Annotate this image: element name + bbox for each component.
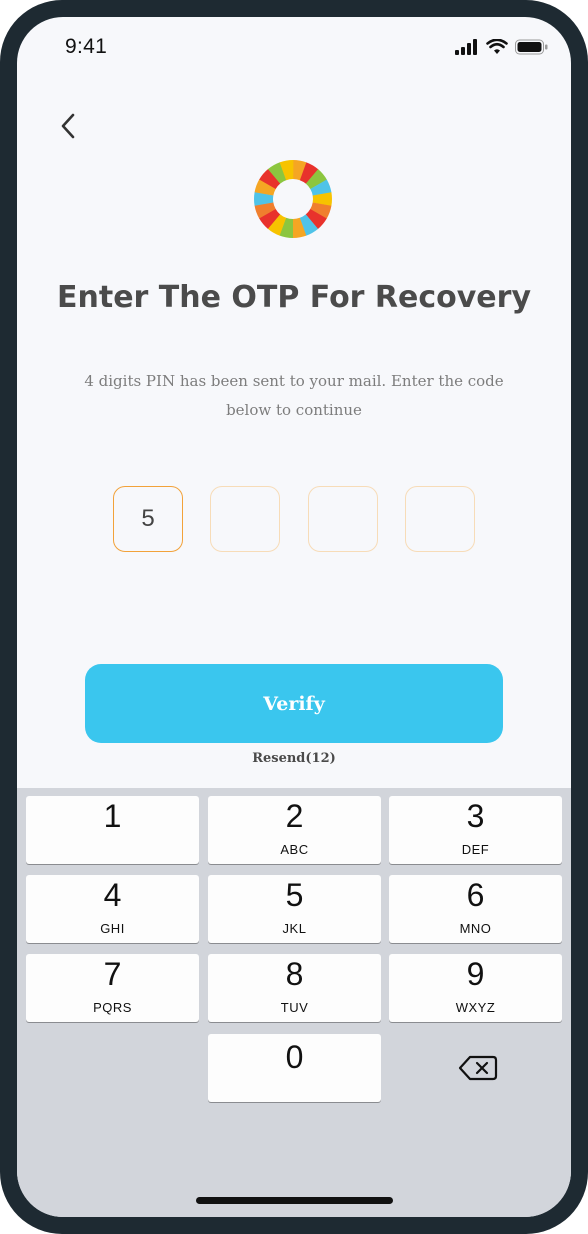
otp-input-group: 5 bbox=[113, 486, 477, 552]
key-number: 9 bbox=[466, 956, 485, 992]
key-letters: MNO bbox=[459, 921, 492, 936]
status-icons bbox=[455, 39, 549, 55]
key-letters: DEF bbox=[461, 842, 490, 857]
key-4[interactable]: 4 GHI bbox=[26, 875, 199, 943]
key-2[interactable]: 2 ABC bbox=[208, 796, 381, 864]
key-number: 7 bbox=[103, 956, 122, 992]
screen: 9:41 Enter The OTP For Recovery 4 digits… bbox=[17, 17, 571, 1217]
chevron-left-icon bbox=[61, 113, 75, 139]
backspace-key[interactable] bbox=[458, 1054, 498, 1082]
signal-icon bbox=[455, 39, 477, 55]
key-letters: WXYZ bbox=[455, 1000, 496, 1015]
numeric-keypad: 1 2 ABC 3 DEF 4 GHI 5 JKL 6 MNO 7 PQRS 8… bbox=[17, 788, 571, 1217]
status-bar: 9:41 bbox=[17, 17, 571, 77]
key-number: 4 bbox=[103, 877, 122, 913]
key-number: 8 bbox=[285, 956, 304, 992]
colorful-ring-logo bbox=[254, 160, 332, 238]
key-number: 3 bbox=[466, 798, 485, 834]
backspace-icon bbox=[458, 1055, 498, 1081]
page-title: Enter The OTP For Recovery bbox=[57, 280, 532, 315]
key-0[interactable]: 0 bbox=[208, 1034, 381, 1102]
otp-digit-1[interactable]: 5 bbox=[113, 486, 183, 552]
key-7[interactable]: 7 PQRS bbox=[26, 954, 199, 1022]
key-8[interactable]: 8 TUV bbox=[208, 954, 381, 1022]
status-time: 9:41 bbox=[65, 35, 108, 58]
key-1[interactable]: 1 bbox=[26, 796, 199, 864]
key-letters: GHI bbox=[100, 921, 125, 936]
key-number: 1 bbox=[103, 798, 122, 834]
otp-digit-2[interactable] bbox=[210, 486, 280, 552]
key-letters: JKL bbox=[282, 921, 307, 936]
otp-digit-3[interactable] bbox=[308, 486, 378, 552]
key-letters: ABC bbox=[280, 842, 309, 857]
key-number: 0 bbox=[285, 1039, 304, 1075]
resend-link[interactable]: Resend(12) bbox=[17, 751, 571, 766]
key-number: 2 bbox=[285, 798, 304, 834]
key-letters: PQRS bbox=[93, 1000, 132, 1015]
key-9[interactable]: 9 WXYZ bbox=[389, 954, 562, 1022]
otp-digit-4[interactable] bbox=[405, 486, 475, 552]
key-6[interactable]: 6 MNO bbox=[389, 875, 562, 943]
verify-button[interactable]: Verify bbox=[85, 664, 503, 743]
key-number: 6 bbox=[466, 877, 485, 913]
key-5[interactable]: 5 JKL bbox=[208, 875, 381, 943]
page-subtitle: 4 digits PIN has been sent to your mail.… bbox=[84, 372, 504, 419]
back-button[interactable] bbox=[53, 111, 83, 141]
battery-icon bbox=[515, 39, 548, 55]
key-letters: TUV bbox=[280, 1000, 309, 1015]
home-indicator bbox=[196, 1197, 393, 1204]
key-number: 5 bbox=[285, 877, 304, 913]
key-3[interactable]: 3 DEF bbox=[389, 796, 562, 864]
wifi-icon bbox=[486, 39, 508, 54]
phone-frame: 9:41 Enter The OTP For Recovery 4 digits… bbox=[0, 0, 588, 1234]
